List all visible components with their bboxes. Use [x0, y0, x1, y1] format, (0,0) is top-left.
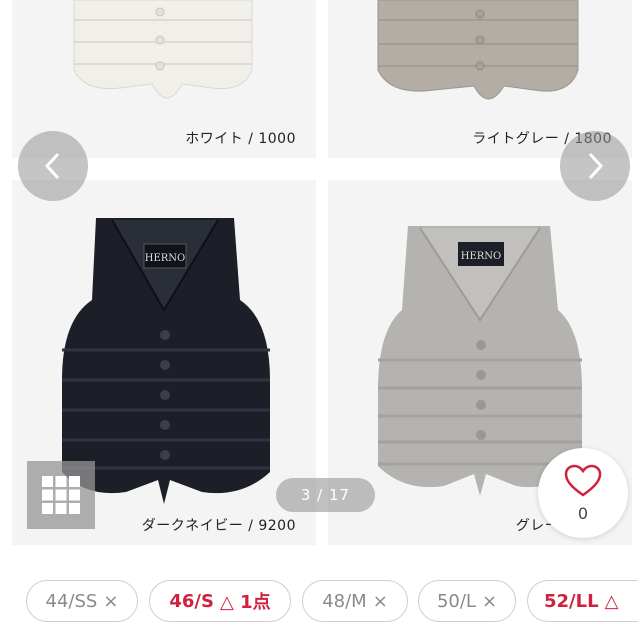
heart-icon	[564, 464, 602, 497]
image-counter: 3 / 17	[276, 478, 375, 512]
carousel-next-button[interactable]	[560, 131, 630, 201]
size-label: 50/L	[436, 590, 476, 612]
size-label: 44/SS	[45, 590, 98, 612]
stock-status: ×	[372, 590, 388, 612]
favorite-button[interactable]: 0	[538, 448, 628, 538]
stock-status: ×	[481, 590, 498, 612]
stock-status: △	[604, 590, 619, 612]
chevron-left-icon	[44, 152, 60, 180]
size-label: 48/M	[322, 590, 367, 612]
favorite-count: 0	[577, 503, 589, 523]
size-chip-46-s[interactable]: 46/S △ 1点	[149, 580, 291, 622]
brand-label: HERNO	[145, 253, 186, 264]
carousel-prev-button[interactable]	[18, 131, 88, 201]
size-chip-44-ss[interactable]: 44/SS ×	[26, 580, 138, 622]
size-label: 46/S	[169, 590, 214, 612]
size-selector: 44/SS × 46/S △ 1点 48/M × 50/L × 52/LL △	[0, 580, 638, 624]
stock-status: ×	[103, 590, 119, 612]
product-caption: ダークネイビー / 9200	[141, 518, 296, 534]
vest-image-white	[73, 0, 253, 99]
size-chip-52-ll[interactable]: 52/LL △	[527, 580, 638, 622]
size-label: 52/LL	[544, 590, 599, 612]
stock-status: △ 1点	[219, 592, 271, 613]
grid-icon	[42, 476, 80, 514]
grid-view-button[interactable]	[27, 461, 95, 529]
size-chip-50-l[interactable]: 50/L ×	[418, 580, 516, 622]
size-chip-48-m[interactable]: 48/M ×	[302, 580, 408, 622]
chevron-right-icon	[588, 152, 604, 180]
vest-image-light-gray	[377, 0, 579, 100]
brand-label: HERNO	[461, 251, 502, 262]
product-caption: ホワイト / 1000	[185, 131, 296, 147]
